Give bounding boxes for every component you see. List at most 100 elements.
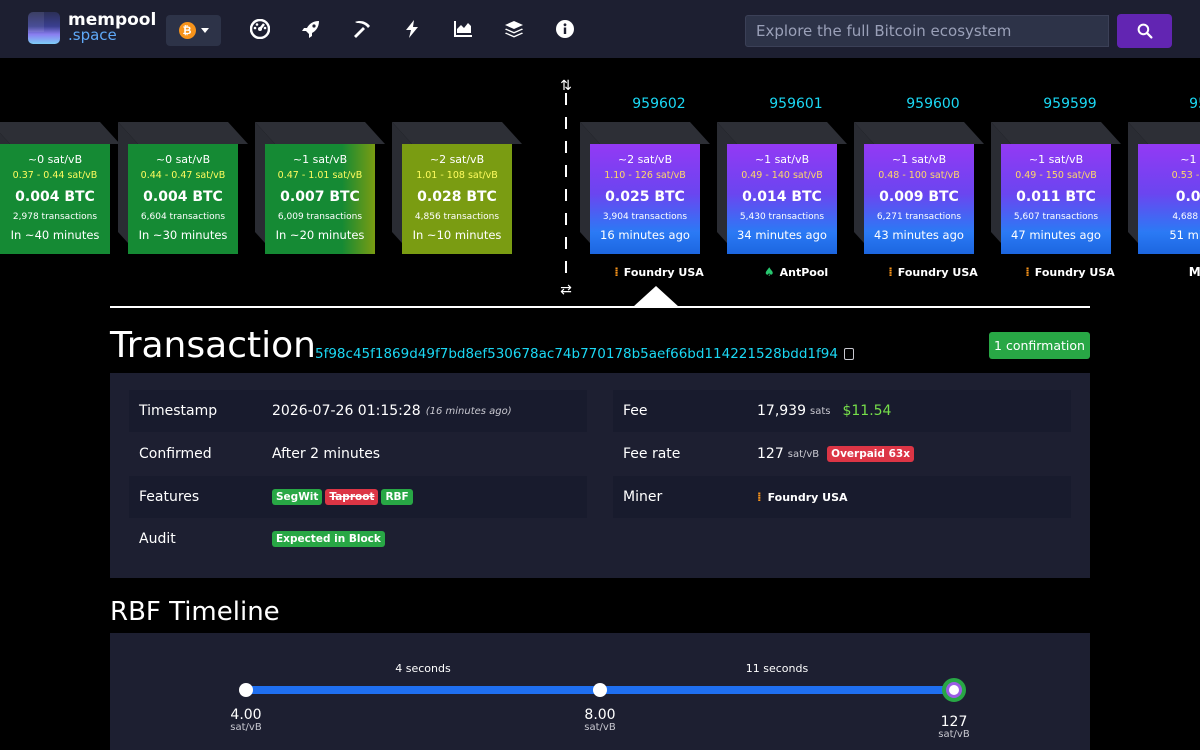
audit-row: Audit Expected in Block xyxy=(129,518,587,560)
search-button[interactable] xyxy=(1117,14,1172,48)
rbf-timeline: 4 seconds 11 seconds 4.00 sat/vB 8.00 sa… xyxy=(110,633,1090,750)
block-tx-count: 4,688 tra xyxy=(1172,212,1200,222)
foundry-icon: ⁞ xyxy=(1025,265,1030,279)
network-selector[interactable]: ₿ xyxy=(166,15,221,46)
block-total-btc: 0.009 BTC xyxy=(879,189,959,205)
rbf-title: RBF Timeline xyxy=(110,597,280,627)
pool-name[interactable]: Foundry USA xyxy=(1035,266,1115,279)
mined-block[interactable]: ~1 sat/vB 0.49 - 140 sat/vB 0.014 BTC 5,430… xyxy=(717,122,847,254)
block-tx-count: 2,978 transactions xyxy=(12,212,98,222)
taproot-badge[interactable]: Taproot xyxy=(325,489,379,505)
pool-link[interactable]: ⁞ Foundry USA xyxy=(868,265,998,279)
block-fee-range: 1.10 - 126 sat/vB xyxy=(604,170,686,181)
foundry-icon: ⁞ xyxy=(614,265,619,279)
rbf-interval-1: 4 seconds xyxy=(395,662,451,675)
logo-icon xyxy=(28,12,60,44)
miner-value[interactable]: Foundry USA xyxy=(768,491,848,504)
mined-block[interactable]: ~1 s 0.53 - 39 0.01 4,688 tra 51 minu xyxy=(1128,122,1200,254)
block-total-btc: 0.004 BTC xyxy=(15,189,95,205)
segwit-badge[interactable]: SegWit xyxy=(272,489,323,505)
mempool-block[interactable]: ~0 sat/vB 0.37 - 0.44 sat/vB 0.004 BTC 2,97… xyxy=(0,122,120,254)
block-total-btc: 0.007 BTC xyxy=(280,189,360,205)
miner-row: Miner ⁞ Foundry USA xyxy=(613,476,1071,518)
mined-block[interactable]: ~1 sat/vB 0.49 - 150 sat/vB 0.011 BTC 5,607… xyxy=(991,122,1121,254)
fee-row: Fee 17,939 sats $11.54 xyxy=(613,390,1071,432)
rbf-point-1[interactable] xyxy=(239,683,253,697)
sort-arrows-icon[interactable]: ⇅ xyxy=(558,78,574,94)
search-icon xyxy=(1137,23,1153,39)
block-height-link[interactable]: 959600 xyxy=(868,96,998,112)
antpool-icon: ♠ xyxy=(763,265,775,279)
rbf-unit-3: sat/vB xyxy=(938,729,970,740)
pool-link[interactable]: MMA xyxy=(1142,265,1200,279)
copy-icon[interactable] xyxy=(843,348,854,360)
transaction-details: Timestamp 2026-07-26 01:15:28 (16 minute… xyxy=(110,373,1090,578)
pool-link[interactable]: ♠ AntPool xyxy=(731,265,861,279)
dashboard-icon[interactable] xyxy=(250,19,270,39)
block-fee-range: 0.37 - 0.44 sat/vB xyxy=(12,170,98,181)
block-age: 47 minutes ago xyxy=(1011,228,1101,242)
block-height-link[interactable]: 959601 xyxy=(731,96,861,112)
info-icon[interactable] xyxy=(555,19,575,39)
selected-block-pointer xyxy=(633,286,679,307)
block-age: 16 minutes ago xyxy=(600,228,690,242)
pool-name[interactable]: AntPool xyxy=(780,266,829,279)
audit-badge[interactable]: Expected in Block xyxy=(272,531,385,547)
block-height-link[interactable]: 9595 xyxy=(1142,96,1200,112)
pool-link[interactable]: ⁞ Foundry USA xyxy=(594,265,724,279)
swap-arrows-icon[interactable]: ⇄ xyxy=(558,282,574,298)
page-title: Transaction xyxy=(110,325,316,366)
mempool-block[interactable]: ~0 sat/vB 0.44 - 0.47 sat/vB 0.004 BTC 6,60… xyxy=(118,122,248,254)
lightning-icon[interactable] xyxy=(402,19,422,39)
rbf-value-1: 4.00 xyxy=(230,707,262,723)
features-label: Features xyxy=(139,489,200,505)
rbf-point-current[interactable] xyxy=(942,678,966,702)
fee-sats: 17,939 xyxy=(757,403,806,419)
pool-name[interactable]: Foundry USA xyxy=(624,266,704,279)
mempool-logo[interactable]: mempool .space xyxy=(28,12,156,44)
block-total-btc: 0.004 BTC xyxy=(143,189,223,205)
txid-link[interactable]: 5f98c45f1869d49f7bd8ef530678ac74b770178b… xyxy=(315,346,854,362)
block-total-btc: 0.011 BTC xyxy=(1016,189,1096,205)
block-median-fee: ~1 sat/vB xyxy=(292,153,348,166)
rbf-value-3: 127 xyxy=(940,714,968,730)
pickaxe-icon[interactable] xyxy=(352,19,372,39)
block-height-link[interactable]: 959599 xyxy=(1005,96,1135,112)
timestamp-ago: (16 minutes ago) xyxy=(425,405,512,417)
block-median-fee: ~1 s xyxy=(1180,153,1200,166)
block-tx-count: 6,271 transactions xyxy=(876,212,962,222)
rbf-badge[interactable]: RBF xyxy=(381,489,413,505)
block-total-btc: 0.01 xyxy=(1175,189,1200,205)
mara-icon: M xyxy=(1188,265,1200,279)
block-tx-count: 5,430 transactions xyxy=(739,212,825,222)
block-median-fee: ~2 sat/vB xyxy=(429,153,485,166)
pool-link[interactable]: ⁞ Foundry USA xyxy=(1005,265,1135,279)
mempool-block[interactable]: ~2 sat/vB 1.01 - 108 sat/vB 0.028 BTC 4,856… xyxy=(392,122,522,254)
timestamp-row: Timestamp 2026-07-26 01:15:28 (16 minute… xyxy=(129,390,587,432)
block-eta: In ~10 minutes xyxy=(412,228,502,242)
block-tx-count: 3,904 transactions xyxy=(602,212,688,222)
rbf-unit-2: sat/vB xyxy=(584,722,616,733)
confirmed-value: After 2 minutes xyxy=(272,446,381,462)
logo-text-sub: .space xyxy=(68,26,117,44)
fee-sats-unit: sats xyxy=(810,405,831,417)
audit-label: Audit xyxy=(139,531,176,547)
layers-icon[interactable] xyxy=(504,19,524,39)
chart-icon[interactable] xyxy=(453,19,473,39)
txid-text[interactable]: 5f98c45f1869d49f7bd8ef530678ac74b770178b… xyxy=(315,346,838,362)
mined-block[interactable]: ~2 sat/vB 1.10 - 126 sat/vB 0.025 BTC 3,904… xyxy=(580,122,710,254)
block-tx-count: 6,009 transactions xyxy=(277,212,363,222)
block-tx-count: 4,856 transactions xyxy=(414,212,500,222)
rbf-point-2[interactable] xyxy=(593,683,607,697)
mempool-block[interactable]: ~1 sat/vB 0.47 - 1.01 sat/vB 0.007 BTC 6,00… xyxy=(255,122,385,254)
overpaid-badge[interactable]: Overpaid 63x xyxy=(827,446,914,462)
pool-name[interactable]: Foundry USA xyxy=(898,266,978,279)
block-eta: In ~40 minutes xyxy=(10,228,100,242)
rocket-icon[interactable] xyxy=(301,19,321,39)
foundry-icon: ⁞ xyxy=(757,490,762,504)
block-height-link[interactable]: 959602 xyxy=(594,96,724,112)
mined-block[interactable]: ~1 sat/vB 0.48 - 100 sat/vB 0.009 BTC 6,271… xyxy=(854,122,984,254)
block-fee-range: 0.48 - 100 sat/vB xyxy=(878,170,960,181)
search-input[interactable] xyxy=(745,15,1109,47)
miner-link[interactable]: ⁞ Foundry USA xyxy=(757,490,848,504)
